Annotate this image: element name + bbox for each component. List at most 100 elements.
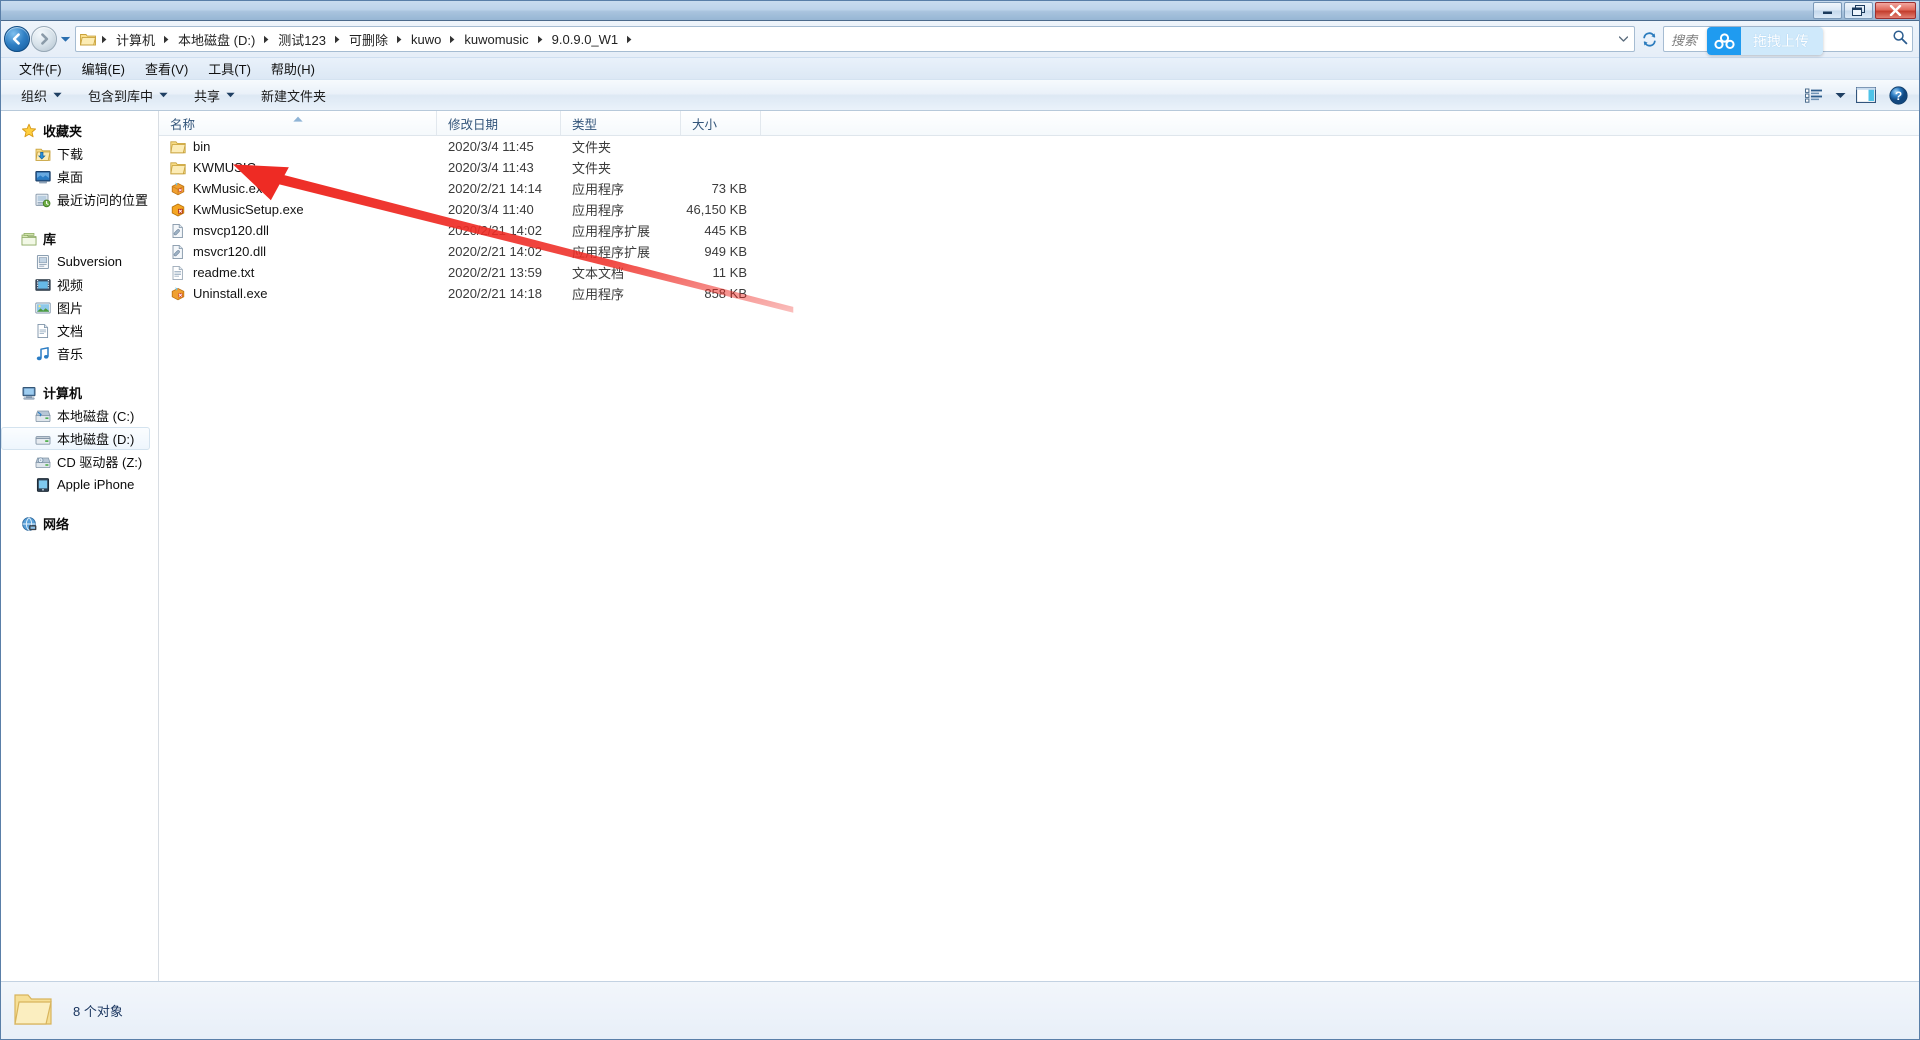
breadcrumb-item-2[interactable]: 本地磁盘 (D:) (173, 28, 260, 51)
column-label: 大小 (692, 114, 717, 133)
table-row[interactable]: msvcp120.dll2020/2/21 14:02应用程序扩展445 KB (159, 220, 1919, 241)
column-date-modified[interactable]: 修改日期 (437, 111, 561, 135)
downloads-folder-icon (34, 145, 51, 162)
back-button[interactable] (4, 26, 30, 52)
sidebar-item-label: 本地磁盘 (D:) (57, 429, 134, 448)
preview-pane-icon[interactable] (1851, 83, 1881, 107)
menu-bar: 文件(F)编辑(E)查看(V)工具(T)帮助(H) (1, 57, 1919, 79)
include-in-library-button[interactable]: 包含到库中 (78, 81, 178, 110)
text-file-icon (170, 265, 186, 281)
history-dropdown-icon[interactable] (58, 26, 72, 52)
sidebar-item-pictures[interactable]: 图片 (1, 296, 158, 319)
view-options-icon[interactable] (1799, 83, 1829, 107)
breadcrumb-item-4[interactable]: 可删除 (344, 28, 393, 51)
sidebar-item-videos[interactable]: 视频 (1, 273, 158, 296)
sidebar-item-apple-iphone[interactable]: Apple iPhone (1, 473, 158, 496)
menu-edit[interactable]: 编辑(E) (72, 57, 135, 80)
sidebar-item-label: CD 驱动器 (Z:) (57, 452, 142, 471)
search-icon[interactable] (1892, 29, 1908, 50)
breadcrumb-item-5[interactable]: kuwo (406, 30, 446, 49)
column-name[interactable]: 名称 (159, 111, 437, 135)
chevron-down-icon[interactable] (1831, 83, 1849, 107)
sidebar-item-computer[interactable]: 计算机 (1, 381, 158, 404)
minimize-button[interactable] (1813, 2, 1842, 19)
breadcrumb-separator[interactable] (98, 35, 111, 44)
dll-icon (170, 223, 186, 239)
table-row[interactable]: KWMUSIC2020/3/4 11:43文件夹 (159, 157, 1919, 178)
videos-icon (34, 276, 51, 293)
file-name: msvcp120.dll (193, 223, 269, 238)
breadcrumb-separator[interactable] (623, 35, 636, 44)
close-button[interactable] (1875, 2, 1916, 19)
breadcrumb-item-7[interactable]: 9.0.9.0_W1 (547, 30, 624, 49)
file-date-cell: 2020/2/21 14:02 (437, 223, 561, 238)
breadcrumb-item-6[interactable]: kuwomusic (459, 30, 533, 49)
breadcrumb-separator[interactable] (160, 35, 173, 44)
maximize-button[interactable] (1844, 2, 1873, 19)
file-type-cell: 应用程序扩展 (561, 221, 681, 240)
file-size-cell: 858 KB (681, 286, 761, 301)
sidebar-item-drive-c[interactable]: 本地磁盘 (C:) (1, 404, 158, 427)
breadcrumb-separator[interactable] (534, 35, 547, 44)
organize-button[interactable]: 组织 (11, 81, 72, 110)
table-row[interactable]: msvcr120.dll2020/2/21 14:02应用程序扩展949 KB (159, 241, 1919, 262)
table-row[interactable]: KwMusicSetup.exe2020/3/4 11:40应用程序46,150… (159, 199, 1919, 220)
file-size-cell: 46,150 KB (681, 202, 761, 217)
menu-file[interactable]: 文件(F) (9, 57, 72, 80)
sidebar-item-drive-d[interactable]: 本地磁盘 (D:) (1, 427, 150, 450)
documents-icon (34, 322, 51, 339)
sidebar-item-music[interactable]: 音乐 (1, 342, 158, 365)
chevron-down-icon (226, 92, 235, 98)
table-row[interactable]: bin2020/3/4 11:45文件夹 (159, 136, 1919, 157)
drag-upload-badge[interactable]: 拖拽上传 (1707, 27, 1823, 55)
refresh-button[interactable] (1637, 26, 1661, 52)
share-button[interactable]: 共享 (184, 81, 245, 110)
sidebar-item-label: Apple iPhone (57, 477, 134, 492)
table-row[interactable]: Uninstall.exe2020/2/21 14:18应用程序858 KB (159, 283, 1919, 304)
breadcrumb-item-1[interactable]: 计算机 (111, 28, 160, 51)
nav-group-spacer (1, 498, 158, 512)
breadcrumb-separator[interactable] (393, 35, 406, 44)
sidebar-item-libraries[interactable]: 库 (1, 227, 158, 250)
menu-help[interactable]: 帮助(H) (261, 57, 325, 80)
help-icon[interactable]: ? (1883, 83, 1913, 107)
breadcrumb-separator[interactable] (446, 35, 459, 44)
computer-icon (20, 384, 37, 401)
breadcrumb-folder-icon[interactable] (80, 32, 96, 46)
file-type-cell: 文件夹 (561, 158, 681, 177)
star-icon (20, 122, 37, 139)
menu-tools[interactable]: 工具(T) (198, 57, 261, 80)
column-size[interactable]: 大小 (681, 111, 761, 135)
sidebar-item-documents[interactable]: 文档 (1, 319, 158, 342)
nav-group-spacer (1, 367, 158, 381)
menu-view[interactable]: 查看(V) (135, 57, 198, 80)
breadcrumb-item-3[interactable]: 测试123 (273, 28, 331, 51)
sidebar-item-network[interactable]: 网络 (1, 512, 158, 535)
sidebar-item-recent-places[interactable]: 最近访问的位置 (1, 188, 158, 211)
sidebar-item-desktop[interactable]: 桌面 (1, 165, 158, 188)
folder-icon (170, 139, 186, 155)
sidebar-item-drive-z[interactable]: CD 驱动器 (Z:) (1, 450, 158, 473)
navigation-pane: 收藏夹下载桌面最近访问的位置库Subversion视频图片文档音乐计算机本地磁盘… (1, 111, 159, 981)
column-type[interactable]: 类型 (561, 111, 681, 135)
sidebar-item-subversion[interactable]: Subversion (1, 250, 158, 273)
status-item-count: 8 个对象 (73, 1001, 123, 1020)
sidebar-item-label: 库 (43, 229, 56, 248)
breadcrumb-separator[interactable] (260, 35, 273, 44)
breadcrumb-bar[interactable]: 计算机本地磁盘 (D:) 测试123 可删除 kuwo kuwomusic 9.0.9.0… (75, 26, 1635, 52)
sidebar-item-downloads[interactable]: 下载 (1, 142, 158, 165)
libraries-icon (20, 230, 37, 247)
sidebar-item-favorites[interactable]: 收藏夹 (1, 119, 158, 142)
table-row[interactable]: readme.txt2020/2/21 13:59文本文档11 KB (159, 262, 1919, 283)
file-name-cell: bin (159, 139, 437, 155)
forward-button[interactable] (31, 26, 57, 52)
table-row[interactable]: KwMusic.exe2020/2/21 14:14应用程序73 KB (159, 178, 1919, 199)
portable-device-icon (34, 476, 51, 493)
cd-drive-icon (34, 453, 51, 470)
file-name-cell: KwMusicSetup.exe (159, 202, 437, 218)
breadcrumb-overflow-icon[interactable] (1615, 36, 1632, 42)
breadcrumb-separator[interactable] (331, 35, 344, 44)
explorer-body: 收藏夹下载桌面最近访问的位置库Subversion视频图片文档音乐计算机本地磁盘… (1, 111, 1919, 981)
toolbar-buttons: 组织包含到库中共享新建文件夹 (11, 81, 336, 110)
new-folder-button[interactable]: 新建文件夹 (251, 81, 336, 110)
